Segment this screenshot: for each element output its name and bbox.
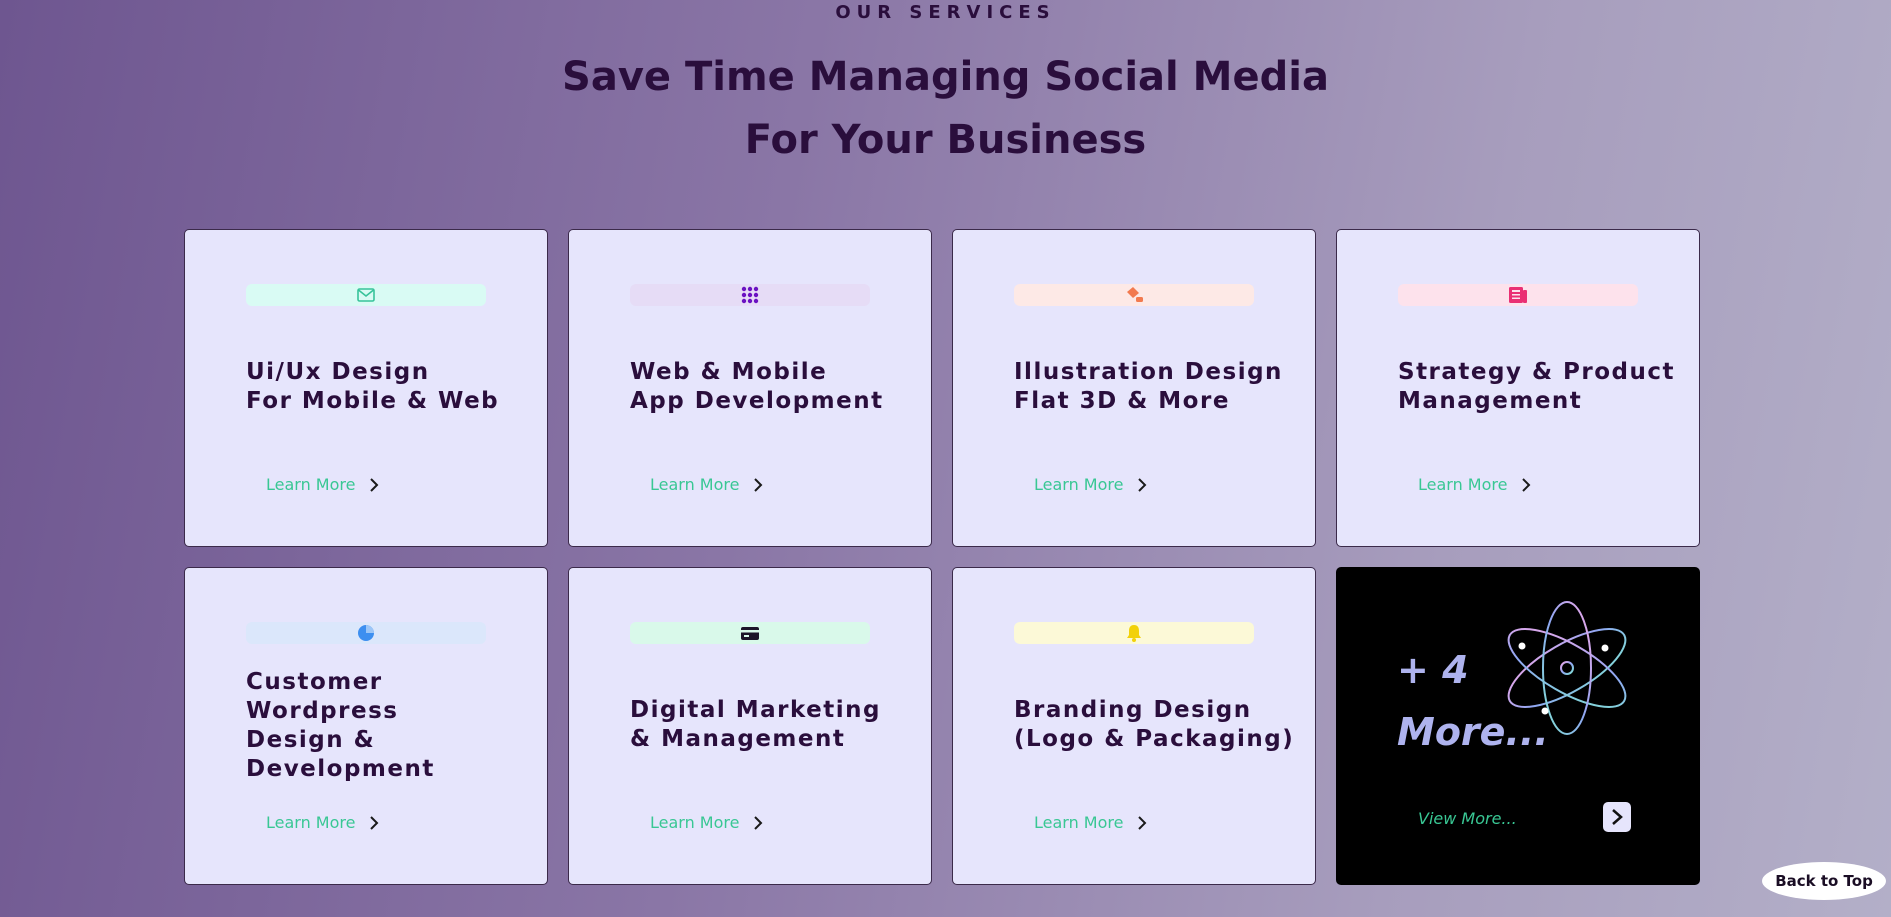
headline-line-1: Save Time Managing Social Media — [562, 54, 1329, 100]
learn-more-link[interactable]: Learn More — [650, 813, 763, 832]
card-title: Digital Marketing & Management — [630, 697, 881, 752]
chevron-right-icon — [1522, 477, 1531, 492]
card-title: Illustration Design Flat 3D & More — [1014, 359, 1283, 414]
bell-icon — [1127, 625, 1141, 642]
chevron-right-icon — [1138, 477, 1147, 492]
chevron-right-icon — [754, 477, 763, 492]
services-grid: Ui/Ux Design For Mobile & Web Learn More… — [184, 229, 1700, 885]
card-title: Web & Mobile App Development — [630, 359, 884, 414]
chevron-right-icon — [370, 815, 379, 830]
icon-pill — [1014, 284, 1254, 306]
atom-icon — [1507, 601, 1627, 735]
headline-line-2: For Your Business — [744, 117, 1147, 163]
back-to-top-button[interactable]: Back to Top — [1762, 862, 1886, 900]
service-card-branding: Branding Design (Logo & Packaging) Learn… — [952, 567, 1316, 885]
learn-more-link[interactable]: Learn More — [266, 475, 379, 494]
grid-dots-icon — [741, 286, 759, 304]
learn-more-link[interactable]: Learn More — [1034, 475, 1147, 494]
icon-pill — [1014, 622, 1254, 644]
card-title: Ui/Ux Design For Mobile & Web — [246, 359, 500, 414]
newspaper-icon — [1509, 287, 1527, 303]
service-card-wordpress: Customer Wordpress Design & Development … — [184, 567, 548, 885]
service-card-uiux: Ui/Ux Design For Mobile & Web Learn More — [184, 229, 548, 547]
learn-more-link[interactable]: Learn More — [650, 475, 763, 494]
learn-more-link[interactable]: Learn More — [266, 813, 379, 832]
service-card-web-mobile: Web & Mobile App Development Learn More — [568, 229, 932, 547]
learn-more-link[interactable]: Learn More — [1034, 813, 1147, 832]
icon-pill — [630, 284, 870, 306]
icon-pill — [1398, 284, 1638, 306]
credit-card-icon — [741, 627, 759, 640]
section-headline: Save Time Managing Social Media For Your… — [0, 46, 1891, 172]
icon-pill — [630, 622, 870, 644]
view-more-button[interactable] — [1603, 802, 1631, 832]
chevron-right-icon — [754, 815, 763, 830]
service-card-illustration: Illustration Design Flat 3D & More Learn… — [952, 229, 1316, 547]
card-title: Customer Wordpress Design & Development — [246, 669, 435, 782]
chevron-right-icon — [370, 477, 379, 492]
more-services-card: + 4 More... View More... — [1336, 567, 1700, 885]
mail-icon — [357, 288, 375, 302]
pie-chart-icon — [358, 625, 374, 641]
icon-pill — [246, 284, 486, 306]
card-title: Strategy & Product Management — [1398, 359, 1676, 414]
service-card-digital-marketing: Digital Marketing & Management Learn Mor… — [568, 567, 932, 885]
more-count: + 4 — [1397, 648, 1469, 692]
learn-more-link[interactable]: Learn More — [1418, 475, 1531, 494]
service-card-strategy: Strategy & Product Management Learn More — [1336, 229, 1700, 547]
brush-icon — [1127, 287, 1143, 302]
view-more-link[interactable]: View More... — [1418, 809, 1517, 828]
chevron-right-icon — [1138, 815, 1147, 830]
chevron-right-icon — [1612, 809, 1623, 825]
section-eyebrow: OUR SERVICES — [835, 2, 1056, 23]
card-title: Branding Design (Logo & Packaging) — [1014, 697, 1295, 752]
icon-pill — [246, 622, 486, 644]
